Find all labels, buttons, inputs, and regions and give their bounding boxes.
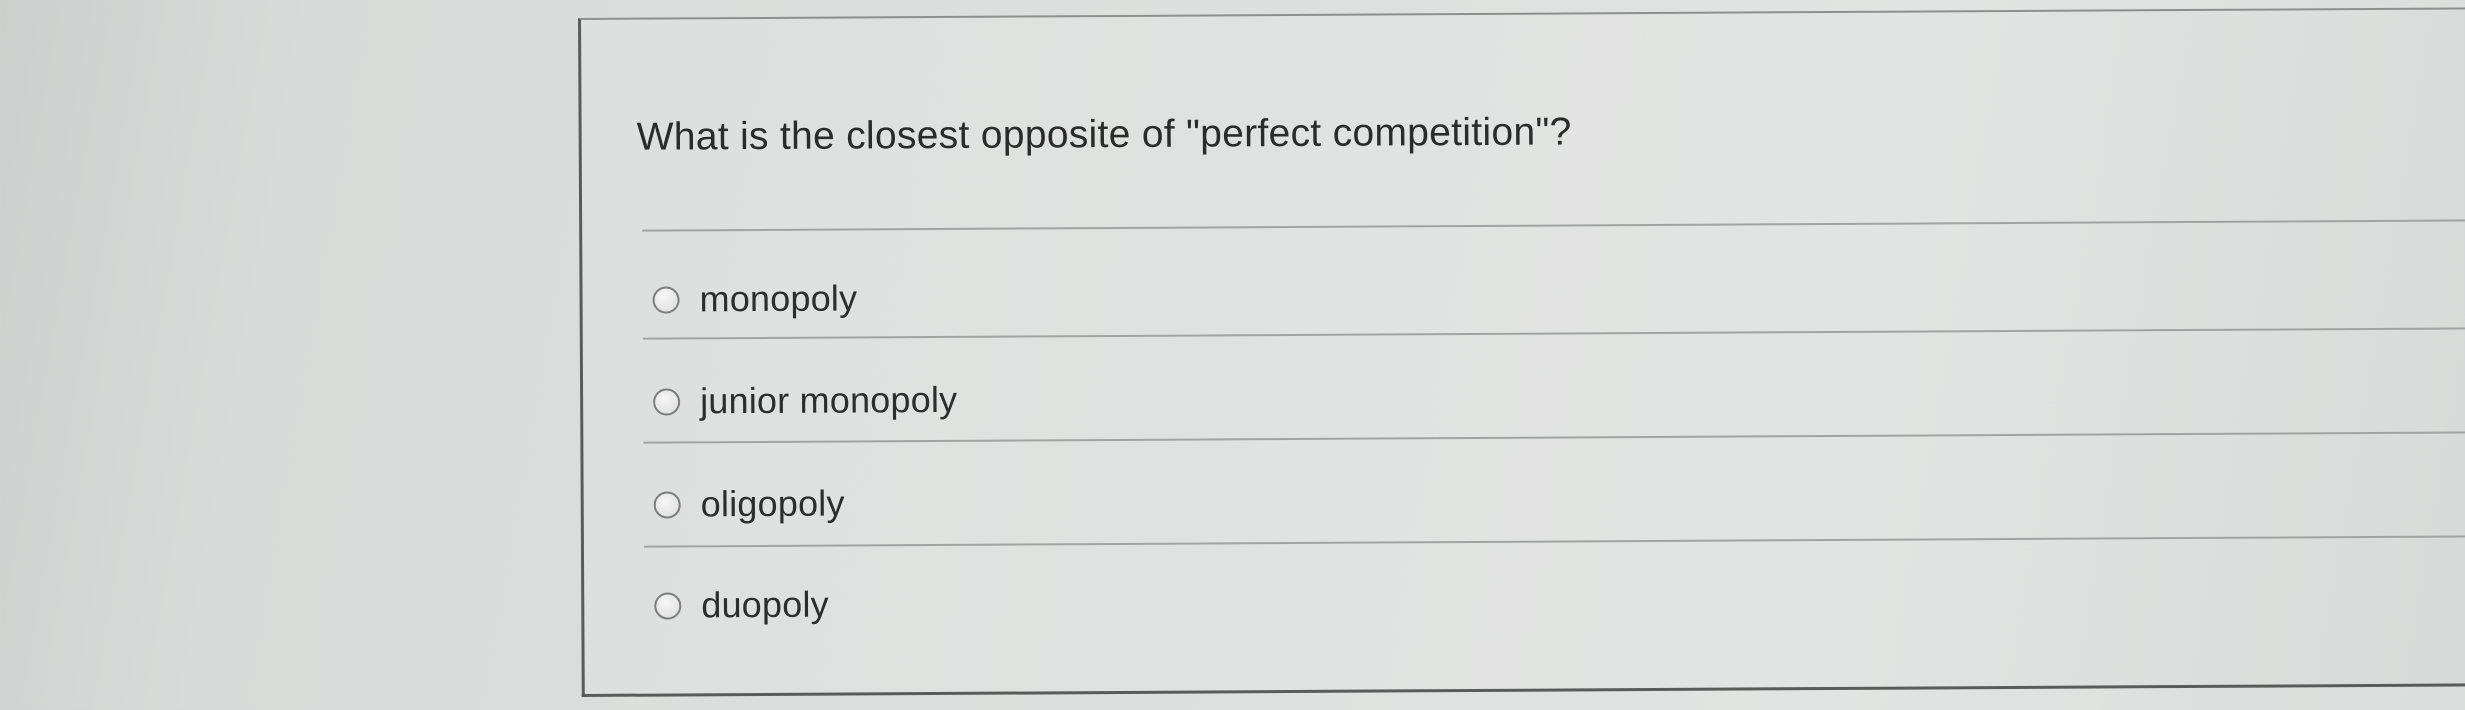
divider — [642, 219, 2465, 232]
answer-option-oligopoly[interactable]: oligopoly — [653, 479, 845, 530]
divider — [643, 431, 2465, 444]
radio-button[interactable] — [653, 490, 681, 519]
option-label: junior monopoly — [700, 378, 958, 422]
answer-option-junior-monopoly[interactable]: junior monopoly — [653, 375, 957, 427]
option-label: duopoly — [701, 583, 829, 626]
answer-option-duopoly[interactable]: duopoly — [654, 580, 829, 631]
divider — [642, 327, 2465, 340]
option-label: oligopoly — [700, 482, 845, 525]
radio-button[interactable] — [654, 591, 682, 620]
question-card: What is the closest opposite of "perfect… — [578, 7, 2465, 697]
answer-option-monopoly[interactable]: monopoly — [652, 273, 857, 324]
question-text: What is the closest opposite of "perfect… — [636, 110, 1572, 159]
radio-button[interactable] — [653, 387, 681, 416]
radio-button[interactable] — [652, 285, 680, 314]
option-label: monopoly — [699, 277, 858, 320]
divider — [643, 535, 2465, 548]
